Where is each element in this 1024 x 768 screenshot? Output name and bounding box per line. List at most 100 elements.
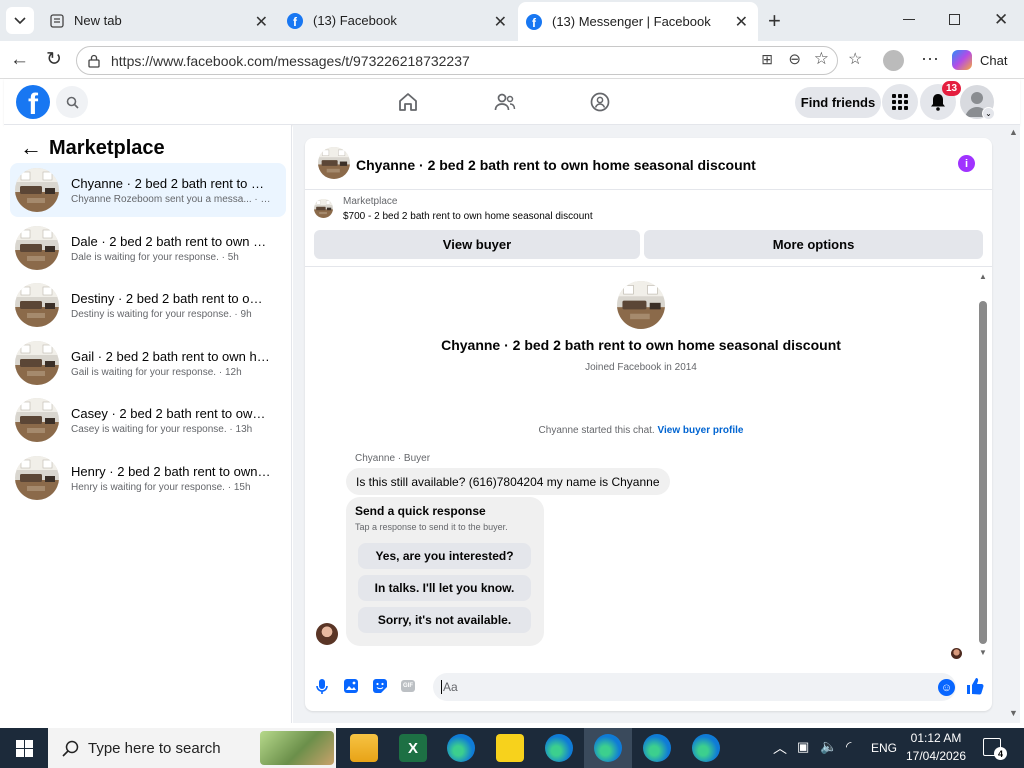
file-explorer-icon[interactable] (350, 734, 378, 762)
scroll-up-arrow[interactable]: ▲ (979, 272, 987, 281)
account-chevron-icon[interactable]: ⌄ (982, 107, 995, 120)
view-buyer-profile-link[interactable]: View buyer profile (658, 425, 744, 436)
chat-started-text: Chyanne started this chat. (538, 425, 655, 436)
clock-time[interactable]: 01:12 AM (908, 731, 964, 745)
favorite-star-icon[interactable]: ☆ (814, 49, 829, 69)
taskbar-search-placeholder: Type here to search (88, 739, 221, 757)
new-tab-button[interactable]: + (768, 8, 781, 34)
tab-facebook[interactable]: f (13) Facebook ✕ (279, 0, 517, 41)
nav-home[interactable] (398, 92, 418, 117)
conversation-preview: Chyanne Rozeboom sent you a messa... · 4… (71, 193, 271, 205)
microphone-icon[interactable] (316, 679, 328, 695)
groups-icon (590, 92, 610, 112)
edge-icon[interactable] (447, 734, 475, 762)
view-buyer-button[interactable]: View buyer (314, 230, 640, 259)
sticker-icon[interactable] (373, 679, 387, 693)
chat-started-line: Chyanne started this chat. View buyer pr… (305, 425, 977, 436)
quick-response-in-talks[interactable]: In talks. I'll let you know. (358, 575, 531, 601)
tab-messenger[interactable]: f (13) Messenger | Facebook ✕ (518, 2, 758, 41)
refresh-button[interactable]: ↻ (46, 48, 62, 71)
thumbs-up-icon[interactable] (966, 677, 984, 695)
profile-photo[interactable] (617, 281, 665, 329)
tab-label: New tab (74, 13, 122, 28)
conversation-item[interactable]: Gail · 2 bed 2 bath rent to own ho... Gai… (10, 336, 286, 390)
edge-icon[interactable] (594, 734, 622, 762)
conversation-item[interactable]: Dale · 2 bed 2 bath rent to own ho... Dal… (10, 221, 286, 275)
edge-icon[interactable] (545, 734, 573, 762)
conversation-preview: Henry is waiting for your response. · 15… (71, 481, 251, 493)
message-bubble[interactable]: Is this still available? (616)7804204 my… (346, 468, 670, 495)
listing-thumbnail[interactable] (318, 147, 350, 179)
sticky-notes-icon[interactable] (496, 734, 524, 762)
facebook-logo[interactable]: f (16, 85, 50, 119)
clock-date[interactable]: 17/04/2026 (903, 749, 969, 763)
copilot-chat-button[interactable]: Chat (952, 47, 1016, 73)
conversation-item[interactable]: Destiny · 2 bed 2 bath rent to own... Des… (10, 278, 286, 332)
nav-friends[interactable] (494, 92, 516, 117)
hidden-icons-chevron[interactable]: ︿ (773, 738, 787, 758)
restore-button[interactable] (949, 14, 960, 25)
chat-header: Chyanne · 2 bed 2 bath rent to own home … (305, 138, 992, 190)
nav-groups[interactable] (590, 92, 610, 117)
listing-small-thumbnail[interactable] (314, 199, 333, 218)
meet-icon[interactable]: ▣ (797, 739, 809, 755)
excel-icon[interactable]: X (399, 734, 427, 762)
tab-actions-button[interactable] (6, 7, 34, 34)
facebook-icon: f (526, 13, 542, 30)
tab-new-tab[interactable]: New tab ✕ (40, 0, 278, 41)
facebook-icon: f (287, 12, 303, 29)
browser-toolbar: ← ↻ https://www.facebook.com/messages/t/… (0, 41, 1024, 79)
site-info-icon[interactable] (87, 54, 101, 68)
edge-icon[interactable] (643, 734, 671, 762)
info-icon[interactable]: i (958, 155, 975, 172)
menu-button[interactable] (882, 84, 918, 120)
app-available-icon[interactable]: ⊞ (761, 51, 773, 68)
search-icon (62, 740, 79, 757)
close-icon[interactable]: ✕ (255, 12, 268, 32)
chat-scrollbar-thumb[interactable] (979, 301, 987, 644)
volume-icon[interactable]: 🔈 (820, 738, 837, 755)
conversation-item[interactable]: Chyanne · 2 bed 2 bath rent to ow... Chya… (10, 163, 286, 217)
page-scroll-down[interactable]: ▼ (1009, 708, 1018, 718)
buyer-avatar[interactable] (316, 623, 338, 645)
quick-response-subtitle: Tap a response to send it to the buyer. (355, 522, 508, 532)
listing-thumbnail (15, 168, 59, 212)
conversation-preview: Destiny is waiting for your response. · … (71, 308, 252, 320)
more-options-button[interactable]: More options (644, 230, 983, 259)
favorites-icon[interactable]: ☆ (848, 49, 862, 69)
listing-description[interactable]: $700 - 2 bed 2 bath rent to own home sea… (343, 211, 593, 222)
back-button[interactable]: ← (10, 49, 29, 71)
network-icon[interactable]: ◜ (846, 738, 851, 755)
find-friends-button[interactable]: Find friends (795, 87, 881, 118)
conversation-item[interactable]: Henry · 2 bed 2 bath rent to own h... Hen… (10, 451, 286, 505)
gif-icon[interactable]: GIF (401, 680, 415, 692)
read-receipt-avatar (951, 648, 962, 659)
search-button[interactable] (56, 86, 88, 118)
image-icon[interactable] (344, 679, 358, 693)
conversation-preview: Gail is waiting for your response. · 12h (71, 366, 242, 378)
close-window-button[interactable]: ✕ (994, 10, 1008, 30)
close-icon[interactable]: ✕ (494, 12, 507, 32)
quick-response-yes[interactable]: Yes, are you interested? (358, 543, 531, 569)
windows-start-icon[interactable] (16, 740, 33, 757)
language-indicator[interactable]: ENG (871, 741, 897, 755)
taskbar-search-box[interactable]: Type here to search (48, 728, 336, 768)
emoji-icon[interactable]: ☺ (938, 679, 955, 696)
conversation-item[interactable]: Casey · 2 bed 2 bath rent to own h... Cas… (10, 393, 286, 447)
profile-avatar[interactable] (883, 50, 904, 71)
conversation-title: Destiny · 2 bed 2 bath rent to own... (71, 290, 271, 306)
chat-header-title[interactable]: Chyanne · 2 bed 2 bath rent to own home … (356, 157, 756, 173)
close-icon[interactable]: ✕ (735, 12, 748, 32)
joined-text: Joined Facebook in 2014 (585, 362, 697, 373)
address-bar[interactable]: https://www.facebook.com/messages/t/9732… (76, 46, 838, 75)
more-menu-icon[interactable]: ··· (921, 48, 939, 69)
minimize-button[interactable] (903, 19, 915, 20)
edge-icon[interactable] (692, 734, 720, 762)
zoom-icon[interactable]: ⊖ (788, 50, 801, 68)
back-arrow-icon[interactable]: ← (20, 135, 42, 161)
new-tab-icon (50, 13, 64, 28)
message-input[interactable]: Aa ☺ (433, 673, 956, 701)
quick-response-sorry[interactable]: Sorry, it's not available. (358, 607, 531, 633)
scroll-down-arrow[interactable]: ▼ (979, 648, 987, 657)
page-scroll-up[interactable]: ▲ (1009, 127, 1018, 137)
